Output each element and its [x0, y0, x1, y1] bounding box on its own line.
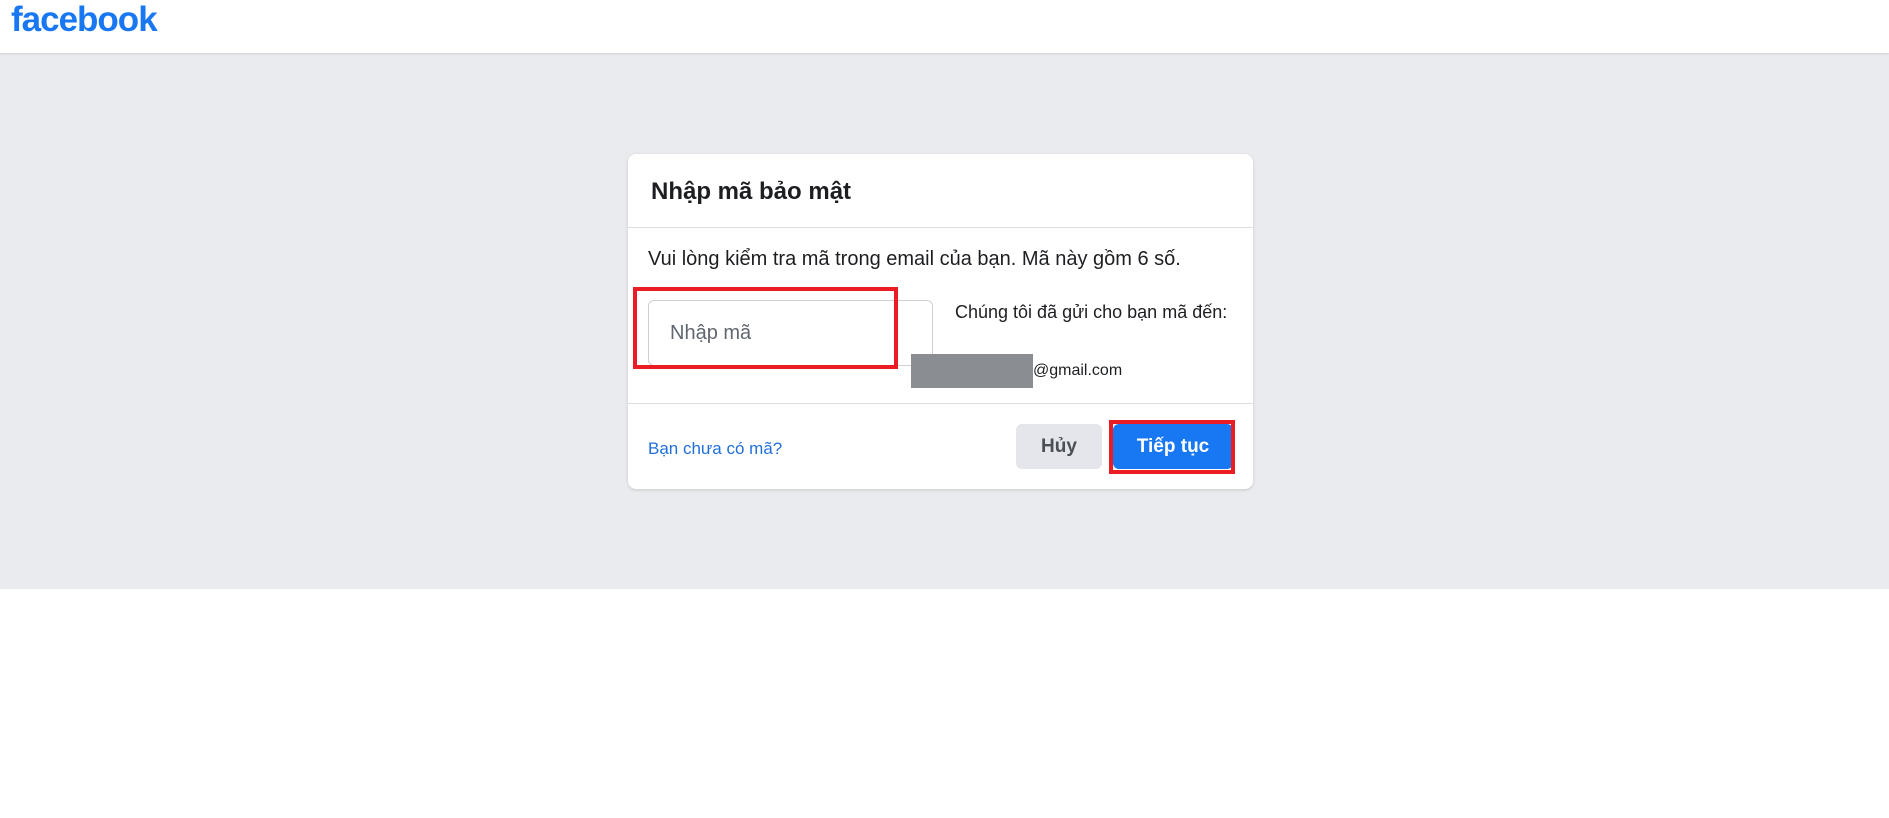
- dialog-footer: Bạn chưa có mã? Hủy Tiếp tục: [628, 403, 1253, 489]
- facebook-logo[interactable]: facebook: [11, 0, 158, 40]
- sent-to-label: Chúng tôi đã gửi cho bạn mã đến:: [955, 302, 1228, 322]
- continue-button[interactable]: Tiếp tục: [1113, 424, 1233, 469]
- security-code-input[interactable]: [648, 300, 933, 366]
- security-code-dialog: Nhập mã bảo mật Vui lòng kiểm tra mã tro…: [628, 154, 1253, 489]
- dialog-title: Nhập mã bảo mật: [651, 178, 852, 205]
- recipient-email: @gmail.com: [911, 354, 1122, 388]
- no-code-link[interactable]: Bạn chưa có mã?: [648, 439, 782, 459]
- cancel-button[interactable]: Hủy: [1016, 424, 1102, 469]
- instructions-text: Vui lòng kiểm tra mã trong email của bạn…: [648, 248, 1181, 270]
- redacted-email-block: [911, 354, 1033, 388]
- top-navigation-bar: facebook: [0, 0, 1889, 53]
- dialog-header: Nhập mã bảo mật: [628, 154, 1253, 228]
- email-domain: @gmail.com: [1033, 362, 1123, 379]
